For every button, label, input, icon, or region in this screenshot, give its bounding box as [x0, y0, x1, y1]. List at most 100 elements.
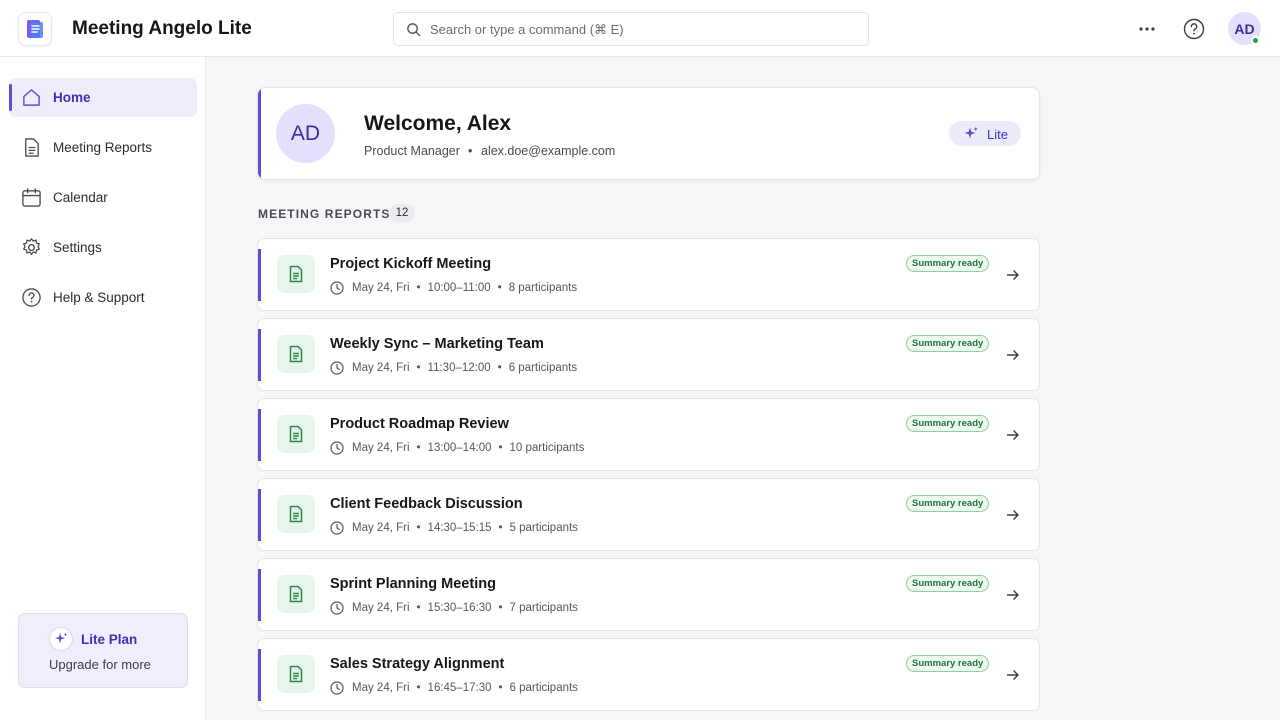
meta-separator: •	[497, 282, 502, 294]
upgrade-plan-card[interactable]: Lite Plan Upgrade for more	[18, 613, 188, 688]
report-meta: May 24, Fri • 10:00–11:00 • 8 participan…	[330, 280, 577, 296]
document-icon	[277, 335, 315, 373]
clock-icon	[330, 441, 344, 455]
report-time: 15:30–16:30	[427, 602, 492, 614]
search-input[interactable]	[430, 13, 850, 45]
app-title: Meeting Angelo Lite	[72, 18, 252, 39]
sidebar-item-meeting-reports[interactable]: Meeting Reports	[9, 128, 197, 167]
clock-icon	[330, 681, 344, 695]
user-role: Product Manager	[364, 144, 460, 158]
report-date: May 24, Fri	[352, 442, 410, 454]
sidebar-item-home[interactable]: Home	[9, 78, 197, 117]
app-logo[interactable]	[18, 12, 52, 46]
arrow-right-icon[interactable]	[1005, 667, 1021, 683]
report-participants: 10 participants	[509, 442, 585, 454]
document-icon	[21, 137, 42, 158]
report-participants: 5 participants	[509, 522, 578, 534]
meta-separator: •	[416, 602, 421, 614]
report-meta: May 24, Fri • 16:45–17:30 • 6 participan…	[330, 680, 578, 696]
plan-upgrade-text: Upgrade for more	[49, 657, 151, 672]
calendar-icon	[21, 187, 42, 208]
reports-count-badge: 12	[389, 204, 415, 222]
welcome-title: Welcome, Alex	[364, 112, 512, 135]
report-time: 16:45–17:30	[427, 682, 492, 694]
arrow-right-icon[interactable]	[1005, 507, 1021, 523]
meeting-report-card[interactable]: Client Feedback Discussion May 24, Fri •…	[257, 478, 1040, 551]
section-title: MEETING REPORTS	[258, 207, 391, 221]
sidebar-item-label: Calendar	[53, 190, 108, 205]
report-title: Sales Strategy Alignment	[330, 656, 505, 672]
report-title: Project Kickoff Meeting	[330, 256, 492, 272]
report-meta: May 24, Fri • 11:30–12:00 • 6 participan…	[330, 360, 577, 376]
report-time: 13:00–14:00	[427, 442, 492, 454]
arrow-right-icon[interactable]	[1005, 267, 1021, 283]
status-badge: Summary ready	[906, 655, 990, 672]
search-icon	[406, 22, 421, 42]
more-options-button[interactable]	[1136, 18, 1158, 40]
report-date: May 24, Fri	[352, 682, 410, 694]
meeting-report-card[interactable]: Project Kickoff Meeting May 24, Fri • 10…	[257, 238, 1040, 311]
meeting-report-card[interactable]: Sales Strategy Alignment May 24, Fri • 1…	[257, 638, 1040, 711]
welcome-card: AD Welcome, Alex Product Manager • alex.…	[257, 87, 1040, 180]
user-email: alex.doe@example.com	[481, 144, 616, 158]
report-participants: 7 participants	[509, 602, 578, 614]
report-date: May 24, Fri	[352, 362, 410, 374]
clock-icon	[330, 521, 344, 535]
arrow-right-icon[interactable]	[1005, 587, 1021, 603]
gear-icon	[21, 237, 42, 258]
sidebar-item-label: Meeting Reports	[53, 140, 153, 155]
meta-separator: •	[468, 144, 473, 158]
more-horizontal-icon	[1139, 27, 1155, 31]
plan-badge[interactable]: Lite	[949, 121, 1021, 146]
report-time: 11:30–12:00	[427, 362, 491, 374]
status-badge: Summary ready	[906, 495, 990, 512]
report-title: Weekly Sync – Marketing Team	[330, 336, 544, 352]
sidebar-item-calendar[interactable]: Calendar	[9, 178, 197, 217]
meta-separator: •	[416, 682, 421, 694]
document-icon	[277, 495, 315, 533]
report-title: Product Roadmap Review	[330, 416, 509, 432]
arrow-right-icon[interactable]	[1005, 427, 1021, 443]
report-title: Client Feedback Discussion	[330, 496, 523, 512]
sidebar: Home Meeting Reports Calendar Settings H…	[0, 57, 206, 720]
report-meta: May 24, Fri • 14:30–15:15 • 5 participan…	[330, 520, 578, 536]
meeting-report-card[interactable]: Weekly Sync – Marketing Team May 24, Fri…	[257, 318, 1040, 391]
home-icon	[21, 87, 42, 108]
meta-separator: •	[497, 362, 502, 374]
report-date: May 24, Fri	[352, 602, 410, 614]
document-icon	[277, 575, 315, 613]
meta-separator: •	[498, 442, 503, 454]
document-icon	[277, 415, 315, 453]
plan-title: Lite Plan	[81, 632, 138, 647]
clock-icon	[330, 601, 344, 615]
meeting-report-card[interactable]: Product Roadmap Review May 24, Fri • 13:…	[257, 398, 1040, 471]
sidebar-item-label: Home	[53, 90, 91, 105]
sidebar-item-label: Help & Support	[53, 290, 145, 305]
clock-icon	[330, 361, 344, 375]
arrow-right-icon[interactable]	[1005, 347, 1021, 363]
command-search[interactable]	[393, 12, 869, 46]
meta-separator: •	[416, 442, 421, 454]
meta-separator: •	[416, 522, 421, 534]
help-circle-icon	[21, 287, 42, 308]
top-bar: Meeting Angelo Lite AD	[0, 0, 1280, 57]
sparkle-icon	[49, 627, 73, 651]
report-title: Sprint Planning Meeting	[330, 576, 496, 592]
meeting-report-card[interactable]: Sprint Planning Meeting May 24, Fri • 15…	[257, 558, 1040, 631]
meta-separator: •	[416, 282, 421, 294]
status-badge: Summary ready	[906, 335, 990, 352]
report-date: May 24, Fri	[352, 282, 410, 294]
help-button[interactable]	[1183, 18, 1205, 40]
report-meta: May 24, Fri • 15:30–16:30 • 7 participan…	[330, 600, 578, 616]
sidebar-item-label: Settings	[53, 240, 102, 255]
plan-badge-label: Lite	[987, 127, 1008, 142]
report-meta: May 24, Fri • 13:00–14:00 • 10 participa…	[330, 440, 584, 456]
clock-icon	[330, 281, 344, 295]
status-badge: Summary ready	[906, 255, 990, 272]
sidebar-item-help-support[interactable]: Help & Support	[9, 278, 197, 317]
document-icon	[277, 655, 315, 693]
report-participants: 6 participants	[508, 362, 578, 374]
online-status-dot	[1251, 36, 1260, 45]
sidebar-item-settings[interactable]: Settings	[9, 228, 197, 267]
meta-separator: •	[498, 602, 503, 614]
